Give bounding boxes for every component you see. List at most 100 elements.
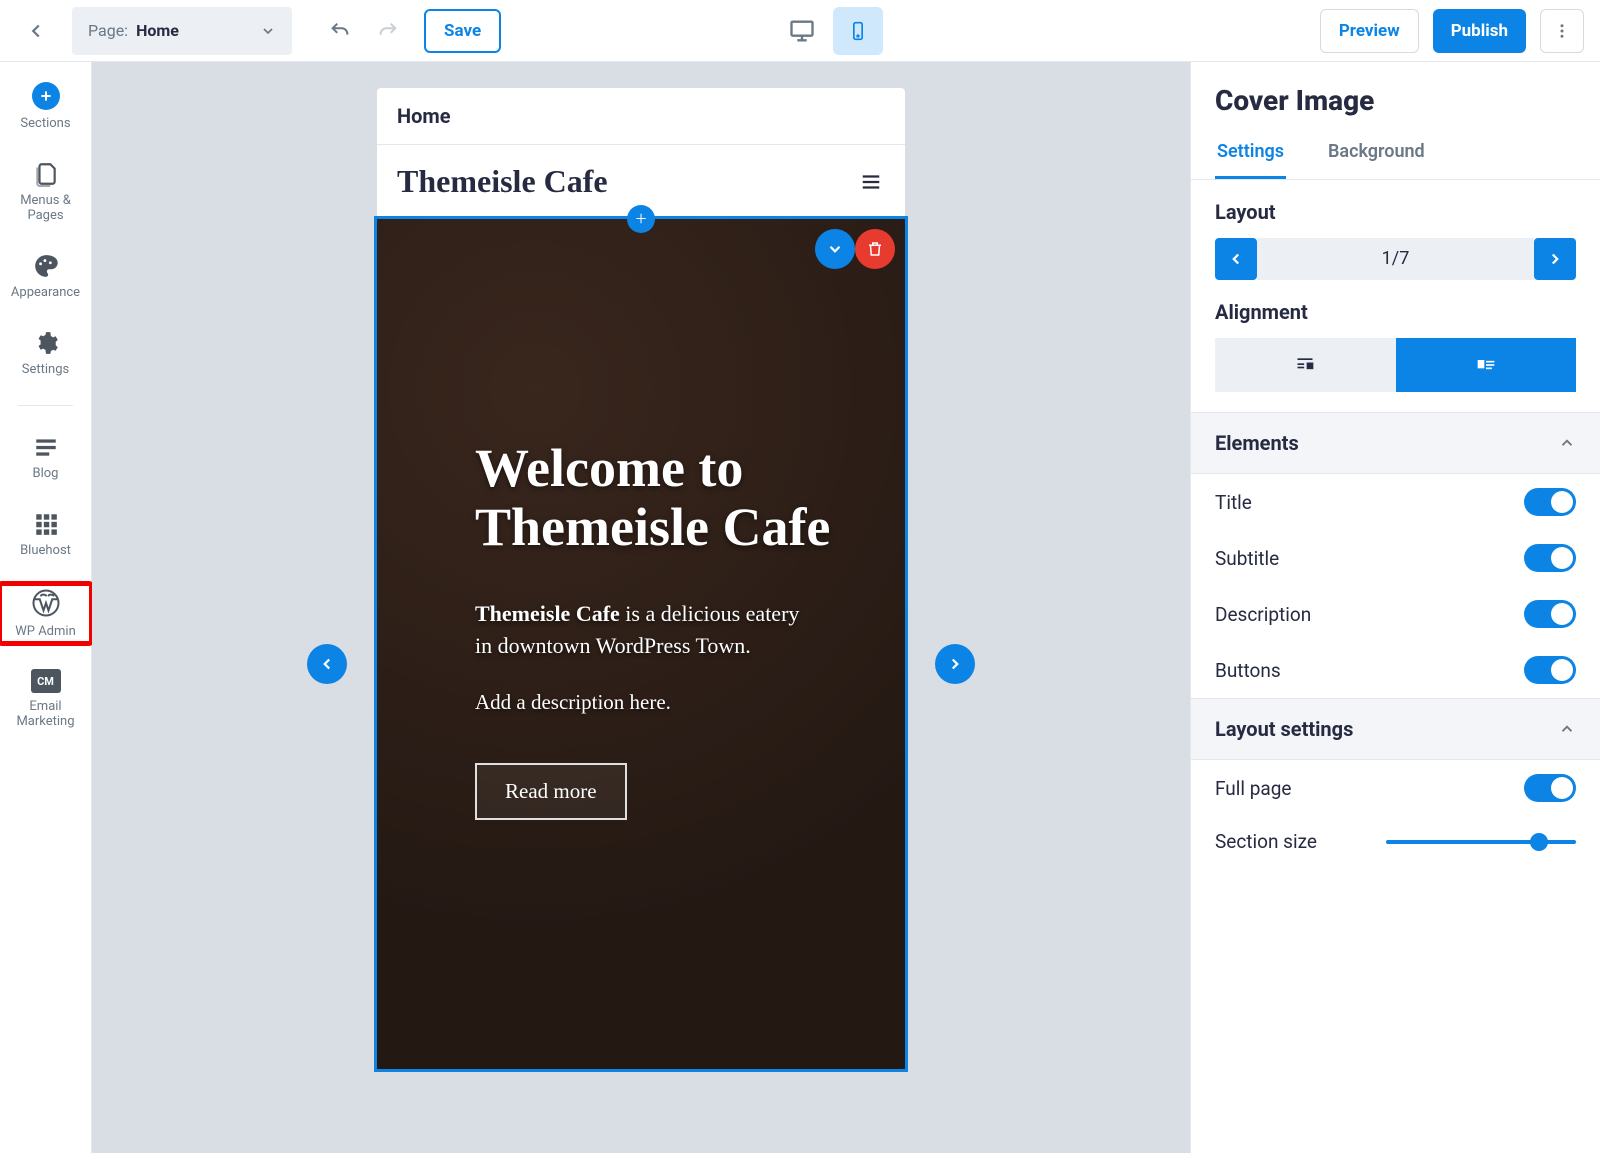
sidebar-label: WP Admin	[15, 624, 76, 639]
hamburger-icon[interactable]	[857, 171, 885, 193]
section-options-button[interactable]	[815, 229, 855, 269]
carousel-next-button[interactable]	[935, 644, 975, 684]
mobile-preview: Home Themeisle Cafe +	[377, 88, 905, 1069]
align-center-button[interactable]	[1215, 338, 1396, 392]
align-center-icon	[1292, 355, 1318, 375]
layout-prev-button[interactable]	[1215, 238, 1257, 280]
alignment-label: Alignment	[1215, 300, 1576, 324]
layout-counter: 1/7	[1257, 238, 1534, 280]
toggle-subtitle-row: Subtitle	[1191, 530, 1600, 586]
plus-circle-icon	[32, 82, 60, 110]
tab-settings[interactable]: Settings	[1215, 127, 1286, 179]
kebab-icon	[1553, 22, 1571, 40]
chevron-left-icon	[318, 655, 336, 673]
save-button[interactable]: Save	[424, 9, 501, 53]
cover-section[interactable]: + Welcome to Themeisle Cafe Themeisle Ca…	[377, 219, 905, 1069]
back-button[interactable]	[16, 11, 56, 51]
undo-icon	[329, 20, 351, 42]
grid-icon	[33, 511, 59, 537]
mobile-icon	[848, 17, 868, 45]
panel-title: Cover Image	[1191, 62, 1600, 127]
device-desktop-button[interactable]	[777, 7, 827, 55]
page-selector-value: Home	[136, 21, 179, 40]
add-section-button[interactable]: +	[627, 205, 655, 233]
publish-button[interactable]: Publish	[1433, 9, 1526, 53]
page-selector-label: Page:	[88, 21, 128, 40]
redo-button[interactable]	[368, 11, 408, 51]
slider-label: Section size	[1215, 830, 1317, 853]
publish-label: Publish	[1451, 21, 1508, 41]
gear-icon	[33, 330, 59, 356]
toggle-description[interactable]	[1524, 600, 1576, 628]
preview-label: Preview	[1339, 21, 1400, 41]
topbar: Page: Home Save Preview Publish	[0, 0, 1600, 62]
toggle-description-row: Description	[1191, 586, 1600, 642]
palette-icon	[33, 253, 59, 279]
blog-icon	[33, 434, 59, 460]
sidebar-label: Menus & Pages	[2, 193, 89, 223]
layout-label: Layout	[1215, 200, 1576, 224]
sidebar-label: Email Marketing	[2, 699, 89, 729]
sidebar-item-sections[interactable]: Sections	[0, 78, 91, 135]
device-mobile-button[interactable]	[833, 7, 883, 55]
sidebar-label: Settings	[22, 362, 69, 377]
undo-button[interactable]	[320, 11, 360, 51]
hero-description-2[interactable]: Add a description here.	[475, 690, 875, 715]
save-label: Save	[444, 21, 481, 41]
toggle-title-row: Title	[1191, 474, 1600, 530]
tab-background[interactable]: Background	[1326, 127, 1427, 179]
layout-settings-accordion[interactable]: Layout settings	[1191, 698, 1600, 760]
redo-icon	[377, 20, 399, 42]
read-more-button[interactable]: Read more	[475, 763, 627, 820]
hero-title[interactable]: Welcome to Themeisle Cafe	[475, 439, 875, 558]
desktop-icon	[788, 17, 816, 45]
chevron-up-icon	[1558, 434, 1576, 452]
section-size-slider[interactable]	[1386, 840, 1576, 844]
toggle-title[interactable]	[1524, 488, 1576, 516]
sidebar-item-blog[interactable]: Blog	[0, 430, 91, 485]
sidebar-label: Bluehost	[20, 543, 71, 558]
sidebar-item-settings[interactable]: Settings	[0, 326, 91, 381]
page-selector[interactable]: Page: Home	[72, 7, 292, 55]
toggle-label: Full page	[1215, 777, 1291, 800]
chevron-up-icon	[1558, 720, 1576, 738]
left-sidebar: Sections Menus & Pages Appearance Settin…	[0, 62, 92, 1153]
pages-icon	[33, 161, 59, 187]
toggle-buttons-row: Buttons	[1191, 642, 1600, 698]
carousel-prev-button[interactable]	[307, 644, 347, 684]
toggle-buttons[interactable]	[1524, 656, 1576, 684]
sidebar-item-email-marketing[interactable]: CM Email Marketing	[0, 665, 91, 733]
preview-button[interactable]: Preview	[1320, 9, 1419, 53]
align-left-button[interactable]	[1396, 338, 1577, 392]
toggle-fullpage[interactable]	[1524, 774, 1576, 802]
toggle-label: Description	[1215, 603, 1311, 626]
sidebar-item-menus-pages[interactable]: Menus & Pages	[0, 157, 91, 227]
accordion-label: Layout settings	[1215, 717, 1353, 741]
section-size-row: Section size	[1191, 816, 1600, 867]
site-title: Themeisle Cafe	[397, 163, 608, 200]
sidebar-label: Appearance	[11, 285, 80, 300]
hero-description[interactable]: Themeisle Cafe is a delicious eatery in …	[475, 598, 815, 662]
toggle-subtitle[interactable]	[1524, 544, 1576, 572]
preview-page-name: Home	[377, 88, 905, 145]
canvas[interactable]: Home Themeisle Cafe +	[92, 62, 1190, 1153]
toggle-label: Subtitle	[1215, 547, 1279, 570]
trash-icon	[866, 240, 884, 258]
chevron-down-icon	[260, 23, 276, 39]
sidebar-item-wpadmin[interactable]: WP Admin	[0, 584, 91, 643]
elements-accordion[interactable]: Elements	[1191, 412, 1600, 474]
arrow-left-icon	[25, 20, 47, 42]
delete-section-button[interactable]	[855, 229, 895, 269]
properties-panel: Cover Image Settings Background Layout 1…	[1190, 62, 1600, 1153]
sidebar-item-appearance[interactable]: Appearance	[0, 249, 91, 304]
layout-next-button[interactable]	[1534, 238, 1576, 280]
sidebar-item-bluehost[interactable]: Bluehost	[0, 507, 91, 562]
align-left-icon	[1473, 355, 1499, 375]
arrow-right-icon	[1546, 250, 1564, 268]
chevron-right-icon	[946, 655, 964, 673]
divider	[18, 405, 73, 406]
sidebar-label: Sections	[20, 116, 70, 131]
toggle-fullpage-row: Full page	[1191, 760, 1600, 816]
chevron-down-icon	[826, 240, 844, 258]
more-menu-button[interactable]	[1540, 9, 1584, 53]
